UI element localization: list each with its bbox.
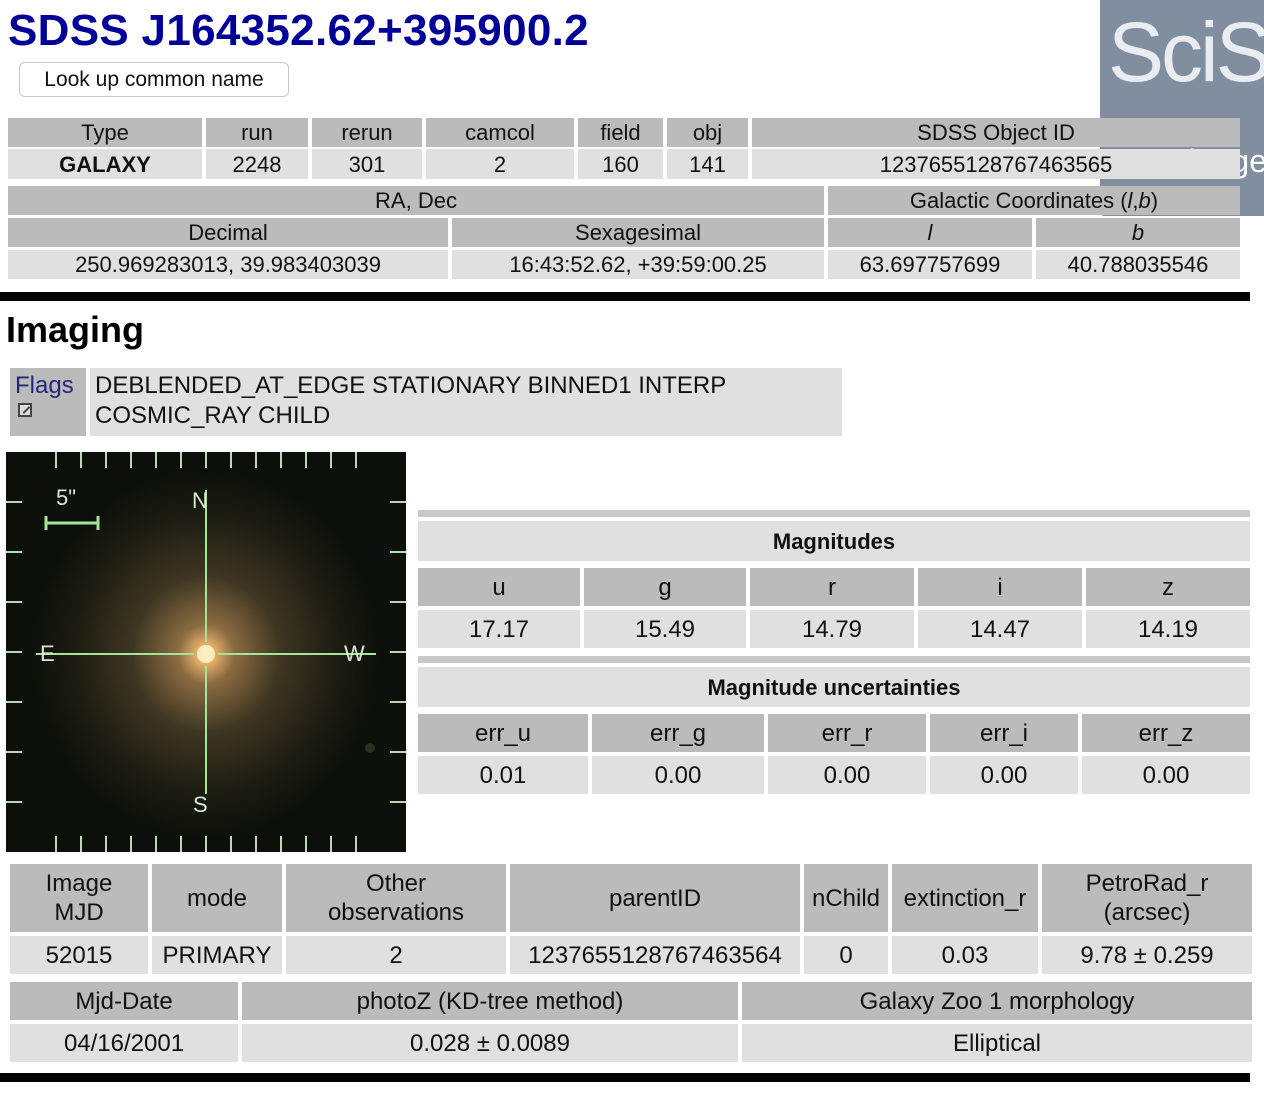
mag-i-value: 14.47 <box>918 610 1082 648</box>
other-observations-header-line2: observations <box>327 899 465 926</box>
mag-r-value: 14.79 <box>750 610 914 648</box>
uncertainties-title: Magnitude uncertainties <box>418 667 1250 707</box>
north-label: N <box>192 488 208 513</box>
sciserver-logo: SciServer <box>1108 5 1264 99</box>
south-label: S <box>193 792 208 817</box>
err-i-header: err_i <box>930 714 1078 752</box>
object-id-header: SDSS Object ID <box>752 118 1240 147</box>
camcol-value: 2 <box>426 149 574 179</box>
sexagesimal-value: 16:43:52.62, +39:59:00.25 <box>452 250 824 279</box>
galactic-b-value: 40.788035546 <box>1036 250 1240 279</box>
err-i-value: 0.00 <box>930 756 1078 794</box>
background-source <box>365 743 375 753</box>
galactic-coordinates-header: Galactic Coordinates (l, b) <box>828 186 1240 215</box>
magnitudes-title: Magnitudes <box>418 521 1250 561</box>
bottom-divider <box>0 1073 1250 1082</box>
sexagesimal-header: Sexagesimal <box>452 218 824 247</box>
mjd-date-header: Mjd-Date <box>10 982 238 1020</box>
east-label: E <box>40 641 55 666</box>
image-mjd-header-line2: MJD <box>54 899 104 926</box>
mag-z-value: 14.19 <box>1086 610 1250 648</box>
sciserver-login-widget[interactable]: SciServer Not logged in <box>1100 0 1264 216</box>
err-g-header: err_g <box>592 714 764 752</box>
field-value: 160 <box>578 149 663 179</box>
nchild-header: nChild <box>804 864 888 932</box>
obj-header: obj <box>667 118 748 147</box>
photoz-header: photoZ (KD-tree method) <box>242 982 738 1020</box>
mjd-date-value: 04/16/2001 <box>10 1024 238 1062</box>
obj-value: 141 <box>667 149 748 179</box>
other-observations-header-line1: Other <box>365 870 427 897</box>
decimal-header: Decimal <box>8 218 448 247</box>
uncertainties-top-border <box>418 656 1250 663</box>
run-value: 2248 <box>206 149 308 179</box>
galaxy-image[interactable]: 5" N S E W <box>6 452 406 852</box>
mag-g-value: 15.49 <box>584 610 746 648</box>
image-mjd-header: Image MJD <box>10 864 148 932</box>
image-mjd-value: 52015 <box>10 936 148 974</box>
type-value: GALAXY <box>8 149 202 179</box>
extinction-r-header: extinction_r <box>892 864 1038 932</box>
section-divider <box>0 292 1250 301</box>
err-r-value: 0.00 <box>768 756 926 794</box>
err-z-value: 0.00 <box>1082 756 1250 794</box>
scale-label: 5" <box>56 485 76 510</box>
imaging-heading: Imaging <box>6 309 145 350</box>
object-id-value: 1237655128767463565 <box>752 149 1240 179</box>
photoz-value: 0.028 ± 0.0089 <box>242 1024 738 1062</box>
petrorad-r-header-line1: PetroRad_r <box>1085 870 1209 897</box>
mag-g-header: g <box>584 568 746 606</box>
flags-link[interactable]: Flags <box>15 372 86 400</box>
rerun-value: 301 <box>312 149 422 179</box>
mag-i-header: i <box>918 568 1082 606</box>
err-g-value: 0.00 <box>592 756 764 794</box>
err-u-value: 0.01 <box>418 756 588 794</box>
flags-line-1: DEBLENDED_AT_EDGE STATIONARY BINNED1 INT… <box>95 372 727 399</box>
object-title: SDSS J164352.62+395900.2 <box>8 6 589 55</box>
mode-value: PRIMARY <box>152 936 282 974</box>
decimal-value: 250.969283013, 39.983403039 <box>8 250 448 279</box>
flags-value: DEBLENDED_AT_EDGE STATIONARY BINNED1 INT… <box>90 368 842 436</box>
rerun-header: rerun <box>312 118 422 147</box>
magnitudes-top-border <box>418 510 1250 517</box>
err-u-header: err_u <box>418 714 588 752</box>
petrorad-r-header: PetroRad_r (arcsec) <box>1042 864 1252 932</box>
other-observations-link[interactable]: 2 <box>286 936 506 974</box>
camcol-header: camcol <box>426 118 574 147</box>
galactic-suffix: ) <box>1150 188 1159 213</box>
galactic-l-header: l <box>828 218 1032 247</box>
parentid-header: parentID <box>510 864 800 932</box>
run-header: run <box>206 118 308 147</box>
galaxy-zoo-header: Galaxy Zoo 1 morphology <box>742 982 1252 1020</box>
petrorad-r-value: 9.78 ± 0.259 <box>1042 936 1252 974</box>
mag-u-value: 17.17 <box>418 610 580 648</box>
petrorad-r-header-line2: (arcsec) <box>1103 899 1191 926</box>
flags-label-cell: Flags <box>10 368 86 436</box>
mode-header: mode <box>152 864 282 932</box>
west-label: W <box>344 641 365 666</box>
flags-line-2: COSMIC_RAY CHILD <box>95 402 331 429</box>
look-up-common-name-button[interactable]: Look up common name <box>19 62 289 97</box>
image-mjd-header-line1: Image <box>45 870 113 897</box>
galactic-b-header: b <box>1036 218 1240 247</box>
galactic-b-symbol: b <box>1138 188 1151 213</box>
galaxy-core <box>197 645 215 663</box>
type-header: Type <box>8 118 202 147</box>
galactic-l-value: 63.697757699 <box>828 250 1032 279</box>
mag-r-header: r <box>750 568 914 606</box>
err-z-header: err_z <box>1082 714 1250 752</box>
extinction-r-value: 0.03 <box>892 936 1038 974</box>
parentid-value: 1237655128767463564 <box>510 936 800 974</box>
galaxy-zoo-value: Elliptical <box>742 1024 1252 1062</box>
galactic-prefix: Galactic Coordinates ( <box>909 188 1128 213</box>
mag-z-header: z <box>1086 568 1250 606</box>
radec-header: RA, Dec <box>8 186 824 215</box>
external-link-icon[interactable] <box>18 403 32 417</box>
field-header: field <box>578 118 663 147</box>
err-r-header: err_r <box>768 714 926 752</box>
mag-u-header: u <box>418 568 580 606</box>
other-observations-header: Other observations <box>286 864 506 932</box>
nchild-value: 0 <box>804 936 888 974</box>
